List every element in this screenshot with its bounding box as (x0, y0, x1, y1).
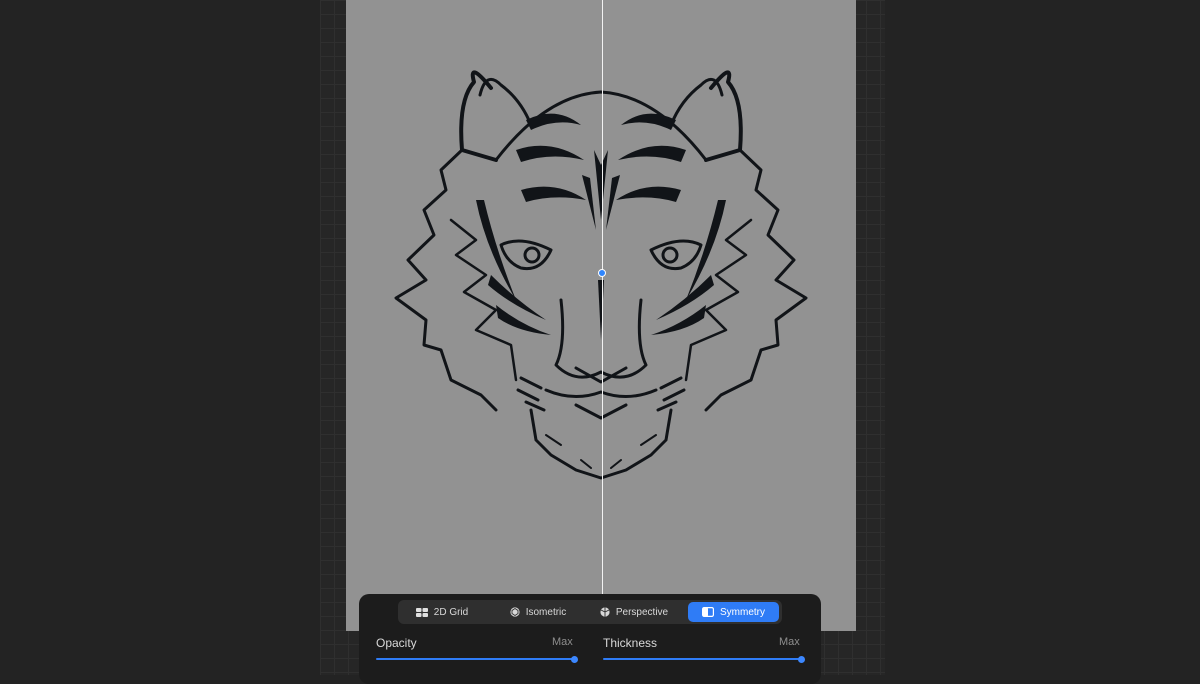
mode-perspective-button[interactable]: Perspective (588, 602, 680, 622)
guide-mode-selector: 2D Grid Isometric Perspective Symmetry (398, 600, 782, 624)
thickness-slider[interactable] (603, 658, 801, 660)
opacity-slider[interactable] (376, 658, 574, 660)
opacity-label: Opacity (376, 636, 417, 650)
drawing-guide-panel: 2D Grid Isometric Perspective Symmetry O… (359, 594, 821, 684)
symmetry-axis-handle[interactable] (598, 269, 606, 277)
mode-symmetry-button[interactable]: Symmetry (688, 602, 779, 622)
mode-isometric-label: Isometric (525, 606, 567, 618)
mode-isometric-button[interactable]: Isometric (494, 602, 582, 622)
mode-2d-grid-label: 2D Grid (433, 606, 469, 618)
perspective-icon (600, 607, 610, 617)
isometric-icon (510, 607, 520, 617)
opacity-slider-thumb[interactable] (571, 656, 578, 663)
thickness-value: Max (779, 636, 800, 648)
mode-perspective-label: Perspective (615, 606, 669, 618)
symmetry-icon (702, 607, 714, 617)
opacity-value: Max (552, 636, 573, 648)
symmetry-axis-line[interactable] (602, 0, 603, 600)
grid-icon (415, 607, 428, 617)
thickness-slider-thumb[interactable] (798, 656, 805, 663)
tiger-head-artwork (394, 70, 808, 480)
mode-symmetry-label: Symmetry (720, 606, 765, 618)
mode-2d-grid-button[interactable]: 2D Grid (401, 602, 483, 622)
drawing-canvas[interactable] (346, 0, 856, 631)
thickness-label: Thickness (603, 636, 658, 650)
